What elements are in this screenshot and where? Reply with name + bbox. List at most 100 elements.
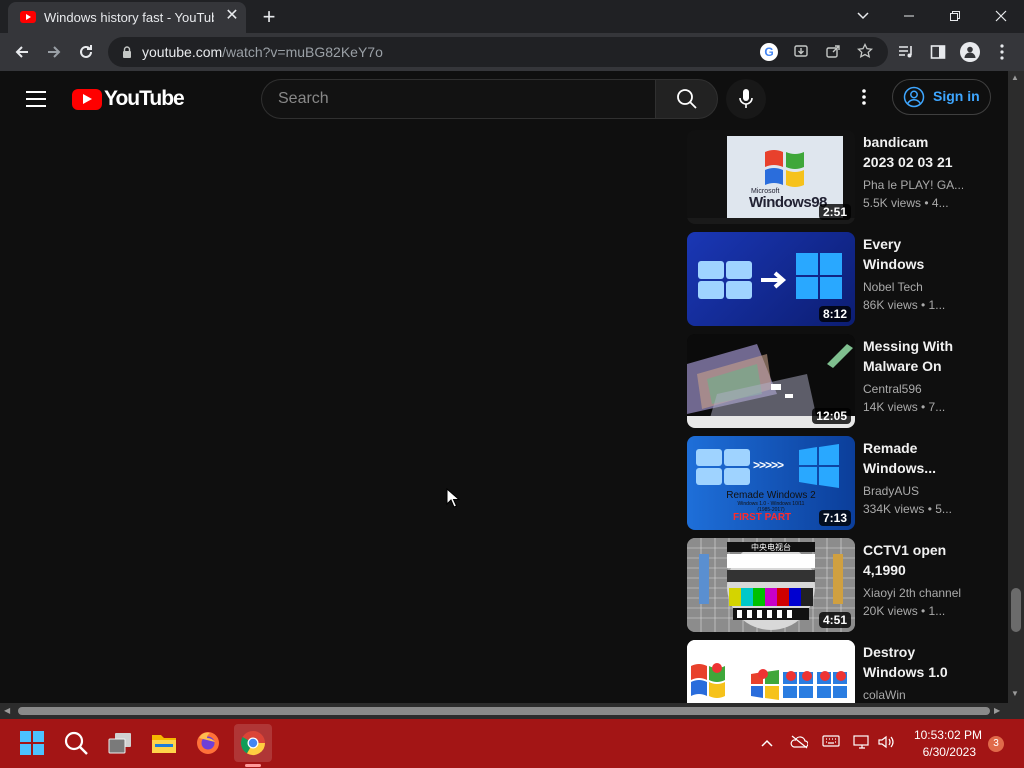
horizontal-scrollbar[interactable]: ◀ ▶ bbox=[0, 703, 1008, 719]
google-lens-icon[interactable]: G bbox=[760, 43, 778, 61]
video-title[interactable]: Every Windows Startup Scree... bbox=[863, 234, 963, 274]
firefox-icon bbox=[197, 732, 219, 754]
video-thumbnail[interactable] bbox=[687, 640, 855, 703]
scroll-up-arrow-icon[interactable]: ▲ bbox=[1011, 73, 1019, 82]
video-thumbnail[interactable]: >>>>> Remade Windows 2 Windows 1.0 - Win… bbox=[687, 436, 855, 530]
lock-icon[interactable] bbox=[120, 45, 134, 59]
tab-search-chevron-icon[interactable] bbox=[840, 0, 886, 33]
windows-old-logo bbox=[696, 449, 750, 485]
guide-menu-icon[interactable] bbox=[26, 91, 46, 107]
forward-button[interactable] bbox=[42, 40, 66, 64]
window-close-button[interactable] bbox=[978, 0, 1024, 33]
tab-strip: Windows history fast - YouTube ✕ + bbox=[0, 0, 1024, 33]
profile-avatar-icon[interactable] bbox=[960, 42, 980, 62]
side-panel-icon[interactable] bbox=[928, 42, 948, 62]
windows-flag-logo bbox=[765, 150, 804, 187]
related-video-item[interactable]: Destroy Windows 1.0 t... colaWin bbox=[687, 640, 997, 703]
window-minimize-button[interactable] bbox=[886, 0, 932, 33]
new-tab-button[interactable]: + bbox=[258, 6, 280, 28]
video-meta: 86K views • 1... bbox=[863, 298, 946, 312]
mouse-cursor-icon bbox=[446, 488, 460, 508]
install-app-icon[interactable] bbox=[792, 43, 810, 61]
windows-logos-row bbox=[687, 640, 855, 703]
related-video-item[interactable]: >>>>> Remade Windows 2 Windows 1.0 - Win… bbox=[687, 436, 997, 532]
scroll-right-arrow-icon[interactable]: ▶ bbox=[994, 706, 1000, 715]
task-view-button[interactable] bbox=[104, 727, 136, 759]
start-button[interactable] bbox=[16, 727, 48, 759]
keyboard-icon[interactable] bbox=[822, 735, 840, 751]
related-video-item[interactable]: 12:05 Messing With Malware On a... Centr… bbox=[687, 334, 997, 430]
voice-search-button[interactable] bbox=[726, 79, 766, 119]
reload-button[interactable] bbox=[74, 40, 98, 64]
sign-in-button[interactable]: Sign in bbox=[892, 79, 991, 115]
notification-badge[interactable]: 3 bbox=[988, 736, 1004, 752]
channel-name[interactable]: BradyAUS bbox=[863, 484, 963, 498]
search-icon bbox=[677, 89, 697, 109]
vertical-scroll-thumb[interactable] bbox=[1011, 588, 1021, 632]
windows-11-logo bbox=[796, 253, 842, 299]
browser-tab[interactable]: Windows history fast - YouTube ✕ bbox=[8, 2, 246, 33]
video-meta: 14K views • 7... bbox=[863, 400, 946, 414]
chrome-button[interactable] bbox=[234, 724, 272, 762]
settings-more-icon[interactable] bbox=[856, 89, 872, 109]
channel-name[interactable]: Xiaoyi 2th channel bbox=[863, 586, 963, 600]
clock-date[interactable]: 6/30/2023 bbox=[906, 745, 976, 759]
youtube-favicon-icon bbox=[20, 11, 36, 23]
sign-in-label: Sign in bbox=[933, 88, 980, 104]
scroll-down-arrow-icon[interactable]: ▼ bbox=[1011, 689, 1019, 698]
display-network-icon[interactable] bbox=[853, 735, 871, 751]
video-player-area[interactable] bbox=[0, 127, 680, 703]
youtube-logo-icon[interactable] bbox=[72, 89, 102, 110]
video-meta: 334K views • 5... bbox=[863, 502, 952, 516]
scroll-left-arrow-icon[interactable]: ◀ bbox=[4, 706, 10, 715]
video-duration: 4:51 bbox=[818, 612, 851, 628]
window-restore-button[interactable] bbox=[932, 0, 978, 33]
browser-menu-icon[interactable] bbox=[992, 42, 1012, 62]
firefox-button[interactable] bbox=[192, 727, 224, 759]
url-text: youtube.com/watch?v=muBG82KeY7o bbox=[142, 44, 383, 60]
windows-old-logo bbox=[698, 261, 752, 299]
video-thumbnail[interactable]: Microsoft Windows98 2:51 bbox=[687, 130, 855, 224]
thumb-text-first-part: FIRST PART bbox=[733, 512, 792, 523]
youtube-masthead: YouTube Sign in bbox=[0, 71, 1008, 127]
thumb-text-cctv-banner: 中央电视台 bbox=[751, 543, 791, 552]
youtube-wordmark[interactable]: YouTube bbox=[104, 87, 185, 111]
related-video-item[interactable]: 8:12 Every Windows Startup Scree... Nobe… bbox=[687, 232, 997, 328]
related-video-item[interactable]: 中央电视台 4:51 CCTV1 open 4,1990 Xiaoyi 2th … bbox=[687, 538, 997, 634]
vertical-scrollbar[interactable]: ▲ ▼ bbox=[1008, 71, 1024, 703]
clock-time[interactable]: 10:53:02 PM bbox=[906, 728, 982, 742]
video-thumbnail[interactable]: 8:12 bbox=[687, 232, 855, 326]
address-bar[interactable]: youtube.com/watch?v=muBG82KeY7o G bbox=[108, 37, 888, 67]
video-title[interactable]: Remade Windows... bbox=[863, 438, 963, 478]
taskbar-search-button[interactable] bbox=[60, 727, 92, 759]
windows-taskbar: 10:53:02 PM 6/30/2023 bbox=[0, 719, 1024, 768]
channel-name[interactable]: Pha le PLAY! GA... bbox=[863, 178, 963, 192]
volume-icon[interactable] bbox=[877, 735, 895, 751]
tray-overflow-chevron-icon[interactable] bbox=[758, 735, 776, 751]
search-input[interactable] bbox=[278, 88, 638, 110]
video-title[interactable]: CCTV1 open 4,1990 bbox=[863, 540, 963, 580]
tab-close-icon[interactable]: ✕ bbox=[224, 8, 240, 24]
channel-name[interactable]: Nobel Tech bbox=[863, 280, 963, 294]
related-video-item[interactable]: Microsoft Windows98 2:51 bandicam 2023 0… bbox=[687, 130, 997, 226]
video-title[interactable]: Destroy Windows 1.0 t... bbox=[863, 642, 963, 682]
share-icon[interactable] bbox=[824, 43, 842, 61]
arrow-right-icon bbox=[761, 271, 787, 289]
video-thumbnail[interactable]: 12:05 bbox=[687, 334, 855, 428]
video-thumbnail[interactable]: 中央电视台 4:51 bbox=[687, 538, 855, 632]
channel-name[interactable]: Central596 bbox=[863, 382, 963, 396]
search-button[interactable] bbox=[655, 79, 718, 119]
video-title[interactable]: Messing With Malware On a... bbox=[863, 336, 963, 376]
video-title[interactable]: bandicam 2023 02 03 21 46 3... bbox=[863, 132, 963, 172]
browser-toolbar: youtube.com/watch?v=muBG82KeY7o G bbox=[0, 33, 1024, 71]
horizontal-scroll-thumb[interactable] bbox=[18, 707, 990, 715]
account-circle-icon bbox=[903, 86, 925, 108]
onedrive-icon[interactable] bbox=[790, 735, 809, 751]
bookmark-star-icon[interactable] bbox=[856, 42, 874, 61]
file-explorer-button[interactable] bbox=[148, 727, 180, 759]
back-button[interactable] bbox=[10, 40, 34, 64]
active-app-indicator bbox=[245, 764, 261, 767]
related-videos-list: Microsoft Windows98 2:51 bandicam 2023 0… bbox=[687, 127, 997, 703]
channel-name[interactable]: colaWin bbox=[863, 688, 963, 702]
media-control-icon[interactable] bbox=[896, 42, 916, 62]
